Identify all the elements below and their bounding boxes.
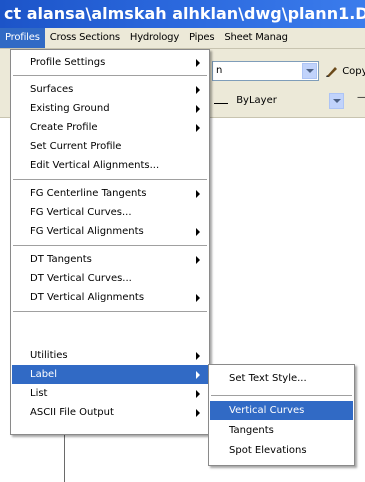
menu-separator [13,245,207,246]
toolbar-combo-value: n [216,65,223,76]
submenu-item-set-text-style[interactable]: Set Text Style... [210,369,353,388]
submenu-arrow-icon [196,409,200,417]
window-title: ct alansa\almskah alhklan\dwg\plann1.DWG… [0,0,365,28]
menu-separator [13,179,207,180]
copy-label: Copy [342,66,365,77]
submenu-arrow-icon [196,256,200,264]
menu-item-list[interactable]: List [12,384,208,403]
linetype-sample [214,103,228,104]
menu-cross-sections[interactable]: Cross Sections [45,28,125,48]
menu-separator [211,395,352,396]
submenu-item-vertical-curves[interactable]: Vertical Curves [210,401,353,420]
submenu-arrow-icon [196,86,200,94]
lineweight-sample: — [357,92,365,103]
profiles-menu: Profile Settings Surfaces Existing Groun… [10,49,210,435]
submenu-item-spot-elevations[interactable]: Spot Elevations [210,441,353,460]
menu-item-surfaces[interactable]: Surfaces [12,80,208,99]
copy-button[interactable]: Copy [325,61,365,83]
chevron-down-icon[interactable] [302,63,317,79]
menu-item-fg-vertical-alignments[interactable]: FG Vertical Alignments [12,222,208,241]
menu-sheet-manager[interactable]: Sheet Manag [219,28,292,48]
submenu-arrow-icon [196,105,200,113]
chevron-down-icon[interactable] [329,93,344,109]
submenu-arrow-icon [196,371,200,379]
submenu-arrow-icon [196,124,200,132]
menu-item-edit-vertical-alignments[interactable]: Edit Vertical Alignments... [12,156,208,175]
menu-separator [13,311,207,312]
menu-item-dt-vertical-alignments[interactable]: DT Vertical Alignments [12,288,208,307]
menu-item-dt-tangents[interactable]: DT Tangents [12,250,208,269]
menu-pipes[interactable]: Pipes [184,28,219,48]
menu-item-fg-vertical-curves[interactable]: FG Vertical Curves... [12,203,208,222]
submenu-arrow-icon [196,294,200,302]
menu-item-utilities[interactable]: Utilities [12,346,208,365]
match-properties-icon [326,67,337,77]
menu-separator [13,75,207,76]
menu-item-existing-ground[interactable]: Existing Ground [12,99,208,118]
label-submenu: Set Text Style... Vertical Curves Tangen… [208,364,355,466]
menubar: Profiles Cross Sections Hydrology Pipes Shee… [0,28,365,49]
menu-item-fg-centerline-tangents[interactable]: FG Centerline Tangents [12,184,208,203]
toolbar-combo[interactable]: n [212,61,319,81]
menu-item-create-profile[interactable]: Create Profile [12,118,208,137]
menu-hydrology[interactable]: Hydrology [125,28,184,48]
submenu-arrow-icon [196,352,200,360]
linetype-combo[interactable]: ByLayer [212,92,348,112]
menu-item-profile-settings[interactable]: Profile Settings [12,53,208,72]
menu-item-set-current-profile[interactable]: Set Current Profile [12,137,208,156]
linetype-value: ByLayer [236,95,277,106]
menu-item-dt-vertical-curves[interactable]: DT Vertical Curves... [12,269,208,288]
menu-profiles[interactable]: Profiles [0,28,45,48]
menu-item-label[interactable]: Label [12,365,208,384]
submenu-arrow-icon [196,190,200,198]
submenu-arrow-icon [196,59,200,67]
submenu-arrow-icon [196,228,200,236]
submenu-item-tangents[interactable]: Tangents [210,421,353,440]
menu-item-ascii-file-output[interactable]: ASCII File Output [12,403,208,422]
submenu-arrow-icon [196,390,200,398]
